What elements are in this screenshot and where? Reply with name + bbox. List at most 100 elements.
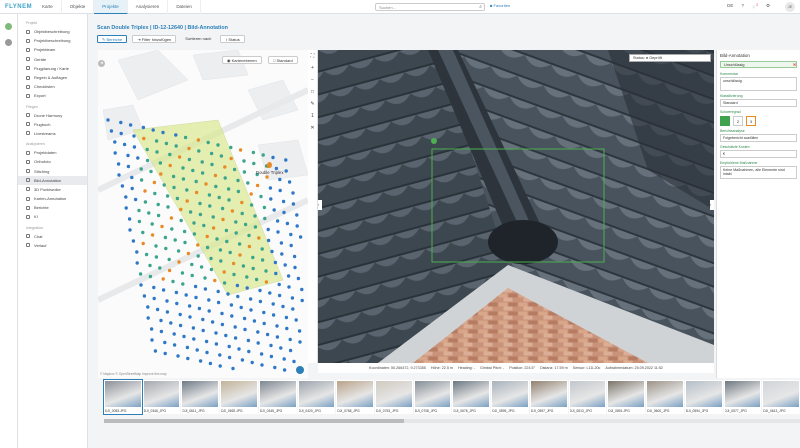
trash-icon[interactable]: ✖ bbox=[793, 62, 796, 67]
nav-objekte[interactable]: Objekte bbox=[62, 0, 95, 14]
flight-point[interactable] bbox=[269, 343, 273, 348]
flight-point[interactable] bbox=[155, 150, 159, 154]
flight-point[interactable] bbox=[208, 361, 213, 366]
flight-point[interactable] bbox=[222, 281, 227, 285]
flight-point[interactable] bbox=[145, 147, 149, 152]
flight-point[interactable] bbox=[109, 129, 114, 133]
flight-point[interactable] bbox=[278, 177, 282, 182]
flight-point[interactable] bbox=[258, 288, 262, 293]
flight-point[interactable] bbox=[209, 151, 214, 156]
flight-point[interactable] bbox=[216, 289, 220, 294]
search-icon[interactable]: ⌕ bbox=[479, 4, 482, 11]
flight-point[interactable] bbox=[209, 256, 213, 261]
flight-point[interactable] bbox=[283, 263, 287, 267]
flight-point[interactable] bbox=[288, 348, 293, 353]
sidebar-item[interactable]: Berichte bbox=[18, 203, 87, 212]
flight-point[interactable] bbox=[217, 195, 221, 200]
flight-point[interactable] bbox=[137, 208, 141, 213]
flight-point[interactable] bbox=[119, 120, 123, 125]
flight-point[interactable] bbox=[218, 248, 223, 252]
flight-point[interactable] bbox=[230, 314, 234, 318]
flight-point[interactable] bbox=[272, 208, 276, 212]
flight-point[interactable] bbox=[187, 146, 191, 151]
sidebar-item[interactable]: Flugbuch bbox=[18, 120, 87, 129]
flight-point[interactable] bbox=[130, 186, 134, 191]
sidebar-item[interactable]: Verlauf bbox=[18, 241, 87, 250]
flight-point[interactable] bbox=[236, 189, 241, 194]
flight-point[interactable] bbox=[300, 298, 304, 303]
flight-point[interactable] bbox=[253, 214, 257, 218]
flight-point[interactable] bbox=[210, 320, 215, 324]
flight-point[interactable] bbox=[171, 279, 175, 284]
flight-point[interactable] bbox=[186, 356, 190, 361]
sidebar-item[interactable]: Export bbox=[18, 91, 87, 100]
thumbnail[interactable]: DJI_0753_JPG bbox=[375, 380, 413, 414]
flight-point[interactable] bbox=[161, 277, 165, 281]
flight-point[interactable] bbox=[178, 312, 182, 317]
flight-point[interactable] bbox=[177, 155, 182, 159]
sidebar-item[interactable]: Flugplanung / Karte bbox=[18, 64, 87, 73]
flight-point[interactable] bbox=[222, 270, 226, 274]
flight-point[interactable] bbox=[251, 150, 256, 155]
flight-point[interactable] bbox=[119, 131, 123, 136]
sidebar-item[interactable]: Checklisten bbox=[18, 82, 87, 91]
flight-point[interactable] bbox=[218, 364, 222, 368]
flight-point[interactable] bbox=[264, 280, 269, 284]
flight-point[interactable] bbox=[154, 255, 159, 259]
flight-point[interactable] bbox=[279, 346, 283, 350]
annotation-tag[interactable]: Unschlüssig ✖ bbox=[720, 61, 797, 68]
flight-point[interactable] bbox=[269, 197, 273, 201]
flight-point[interactable] bbox=[174, 133, 178, 137]
flight-point[interactable] bbox=[136, 156, 140, 160]
flight-point[interactable] bbox=[185, 188, 189, 192]
flight-point[interactable] bbox=[168, 152, 172, 157]
flight-point[interactable] bbox=[199, 265, 204, 269]
flight-point[interactable] bbox=[271, 302, 275, 306]
flight-point[interactable] bbox=[275, 324, 279, 328]
flight-point[interactable] bbox=[253, 225, 258, 229]
flight-point[interactable] bbox=[176, 354, 180, 358]
areas-button[interactable]: ✎ Bereiche bbox=[97, 35, 128, 43]
thumbnail[interactable]: DJI_0813_JPG bbox=[568, 380, 607, 414]
flight-point[interactable] bbox=[205, 350, 209, 355]
flight-point[interactable] bbox=[162, 183, 166, 187]
flight-point[interactable] bbox=[214, 342, 219, 346]
flight-point[interactable] bbox=[281, 304, 285, 309]
map-attribution[interactable]: © Mapbox © OpenStreetMap Improve this ma… bbox=[100, 372, 167, 376]
flight-point[interactable] bbox=[156, 213, 161, 218]
flight-point[interactable] bbox=[196, 138, 201, 142]
nav-karte[interactable]: Karte bbox=[34, 0, 62, 14]
gear-icon[interactable]: ⚙ bbox=[766, 3, 770, 11]
flight-point[interactable] bbox=[242, 170, 247, 174]
flight-point[interactable] bbox=[287, 285, 291, 289]
flight-point[interactable] bbox=[271, 313, 276, 317]
flight-point[interactable] bbox=[289, 232, 293, 237]
flight-point[interactable] bbox=[234, 231, 238, 235]
flight-point[interactable] bbox=[194, 190, 199, 195]
rail-settings-icon[interactable] bbox=[5, 39, 12, 46]
flight-point[interactable] bbox=[298, 235, 303, 239]
flight-point[interactable] bbox=[149, 169, 153, 174]
flight-point[interactable] bbox=[268, 291, 272, 295]
flight-point[interactable] bbox=[185, 345, 190, 350]
sidebar-item[interactable]: 3D Punktwolke bbox=[18, 185, 87, 194]
flight-point[interactable] bbox=[214, 331, 218, 335]
flight-point[interactable] bbox=[291, 202, 296, 206]
thumbnail[interactable]: DJI_0600_JPG bbox=[646, 380, 684, 414]
flight-point[interactable] bbox=[224, 228, 229, 233]
fullscreen-icon[interactable]: ⛶ bbox=[308, 50, 317, 62]
zoom-out-icon[interactable]: − bbox=[308, 74, 317, 86]
add-filter-button[interactable]: ⇥ Filter hinzufügen bbox=[132, 35, 177, 43]
sidebar-item[interactable]: Projektteam bbox=[18, 45, 87, 54]
flight-point[interactable] bbox=[165, 299, 169, 303]
cost-field[interactable]: € bbox=[720, 150, 797, 158]
flight-point[interactable] bbox=[203, 276, 207, 280]
flight-point[interactable] bbox=[256, 330, 260, 334]
flight-point[interactable] bbox=[278, 188, 282, 193]
flight-point[interactable] bbox=[259, 352, 264, 356]
rail-home-icon[interactable] bbox=[5, 23, 12, 30]
sidebar-item[interactable]: Geräte bbox=[18, 55, 87, 64]
flight-point[interactable] bbox=[152, 180, 157, 185]
flight-point[interactable] bbox=[209, 267, 214, 272]
flight-point[interactable] bbox=[128, 228, 132, 232]
